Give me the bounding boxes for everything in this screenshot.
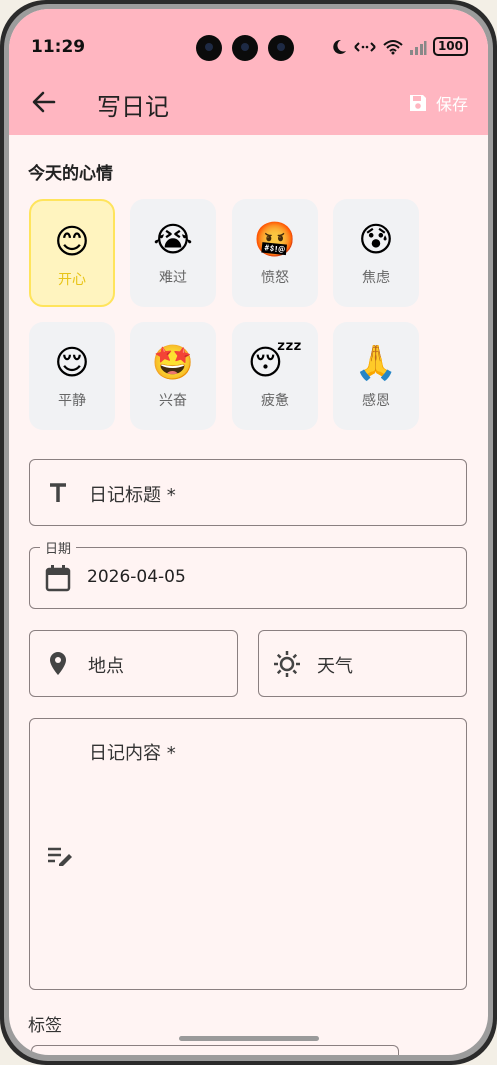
diary-content-placeholder: 日记内容 * [89,743,176,764]
mood-option-grateful[interactable]: 🙏 感恩 [333,322,419,430]
save-button[interactable]: 保存 [408,91,468,115]
mood-option-sad[interactable]: 😭 难过 [130,199,216,307]
smile-face-icon: 😊 [54,222,90,262]
star-eyes-face-icon: 🤩 [151,343,195,383]
edit-note-icon [48,847,72,866]
camera-cluster [196,35,294,61]
camera-icon [196,35,222,61]
mood-option-anxious[interactable]: 😰 焦虑 [333,199,419,307]
mood-label: 平静 [58,393,86,409]
moon-icon [333,39,346,54]
tags-label: 标签 [28,1016,62,1036]
screen: 11:29 100 写日记 保存 今天的心情 😊 开心 😭 难过 🤬 愤怒 😰 … [9,9,488,1055]
anxious-face-icon: 😰 [358,220,394,260]
sun-icon [274,651,300,677]
app-bar: 11:29 100 写日记 保存 [9,9,488,135]
mood-label: 难过 [159,270,187,286]
data-transfer-icon [354,41,376,52]
home-indicator[interactable] [179,1036,319,1041]
praying-hands-icon: 🙏 [354,343,398,383]
mood-label: 愤怒 [261,270,289,286]
calendar-icon [45,565,71,592]
back-arrow-icon[interactable] [29,87,59,117]
date-value: 2026-04-05 [87,567,186,587]
mood-option-calm[interactable]: 😌 平静 [29,322,115,430]
save-label: 保存 [435,95,468,114]
camera-icon [268,35,294,61]
location-placeholder: 地点 [88,656,124,677]
location-field[interactable]: 地点 [29,630,238,697]
mood-label: 兴奋 [159,393,187,409]
diary-content-field[interactable]: 日记内容 * [29,718,467,990]
diary-title-placeholder: 日记标题 * [89,485,176,506]
diary-title-field[interactable]: 日记标题 * [29,459,467,526]
weather-field[interactable]: 天气 [258,630,467,697]
status-icons: 100 [331,37,468,56]
battery-icon: 100 [432,37,468,56]
save-icon [409,95,426,111]
mood-option-tired[interactable]: 😴 疲惫 [232,322,318,430]
date-field[interactable]: 日期 2026-04-05 [29,538,467,609]
mood-option-angry[interactable]: 🤬 愤怒 [232,199,318,307]
relieved-face-icon: 😌 [54,343,90,383]
weather-placeholder: 天气 [317,656,353,677]
wifi-icon [383,39,403,54]
text-format-icon [50,483,66,502]
mood-label: 疲惫 [261,393,289,409]
angry-face-icon: 🤬 [253,220,297,260]
mood-section-title: 今天的心情 [28,164,113,184]
mood-label: 焦虑 [362,270,390,286]
mood-label: 感恩 [362,393,390,409]
mood-option-happy[interactable]: 😊 开心 [29,199,115,307]
signal-icon [409,40,427,55]
page-title: 写日记 [97,93,169,121]
mood-label: 开心 [58,272,86,288]
sleeping-face-icon: 😴 [247,343,303,383]
crying-face-icon: 😭 [153,220,193,260]
status-time: 11:29 [31,37,86,57]
location-pin-icon [50,652,66,675]
date-label: 日期 [40,538,77,557]
mood-option-excited[interactable]: 🤩 兴奋 [130,322,216,430]
camera-icon [232,35,258,61]
tags-input[interactable] [31,1045,399,1055]
